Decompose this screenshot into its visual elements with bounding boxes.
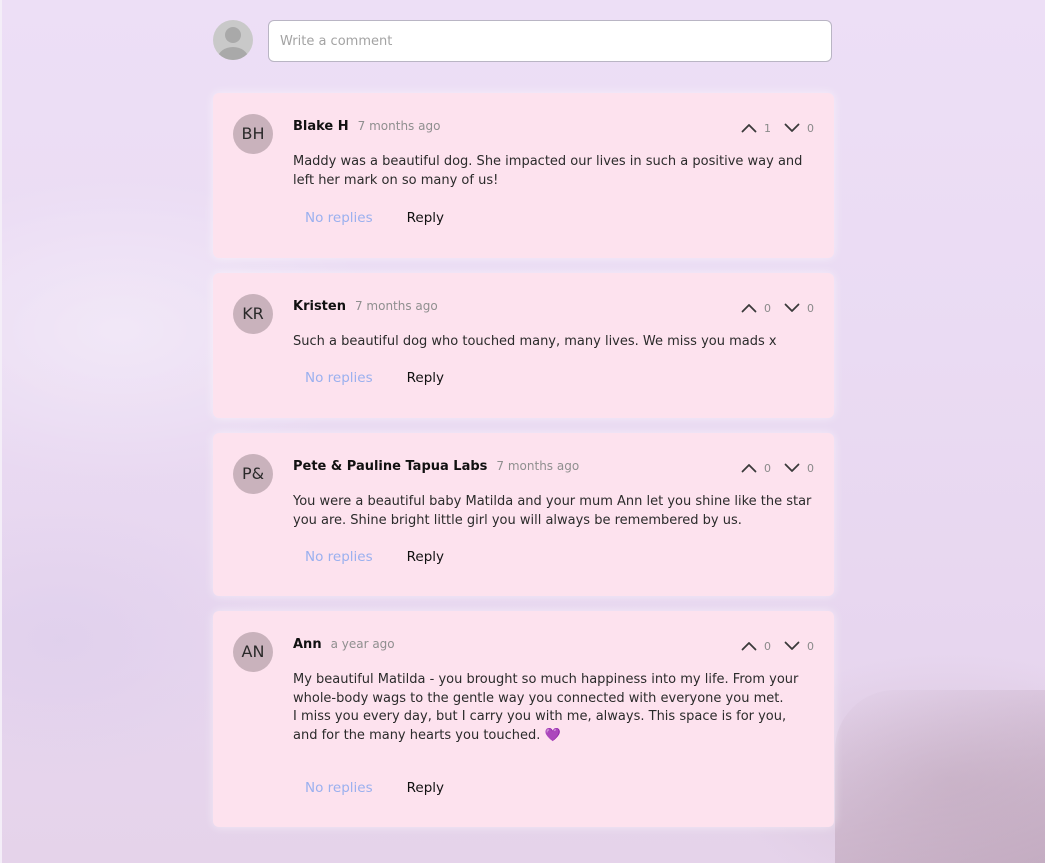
downvote-count: 0 [807,639,814,653]
reply-button[interactable]: Reply [407,549,444,565]
comment-composer [213,20,834,64]
comment-card: AN Ann a year ago 0 0 My beautiful Matil… [213,611,834,827]
avatar: P& [233,454,273,494]
upvote-count: 0 [764,639,771,653]
comment-actions: No replies Reply [305,548,444,566]
vote-controls: 0 0 [740,300,814,316]
user-placeholder-icon [213,20,253,60]
avatar: AN [233,632,273,672]
comment-input[interactable] [268,20,832,62]
page-left-edge [0,0,2,863]
comment-card: BH Blake H 7 months ago 1 0 Maddy was a … [213,93,834,258]
comment-timestamp: 7 months ago [357,119,441,133]
background-collar [835,690,1045,863]
comment-body: My beautiful Matilda - you brought so mu… [293,671,813,745]
comment-author: Ann [293,637,322,652]
upvote-count: 0 [764,301,771,315]
view-replies-link[interactable]: No replies [305,210,373,226]
comment-text: You were a beautiful baby Matilda and yo… [293,494,812,528]
page-right-edge [1045,0,1049,863]
downvote-count: 0 [807,301,814,315]
comment-actions: No replies Reply [305,209,444,227]
reply-button[interactable]: Reply [407,370,444,386]
downvote-count: 0 [807,461,814,475]
chevron-up-icon[interactable] [740,460,758,476]
downvote-count: 0 [807,121,814,135]
comment-text: I miss you every day, but I carry you wi… [293,709,787,743]
comment-body: Such a beautiful dog who touched many, m… [293,333,813,352]
comment-text: Such a beautiful dog who touched many, m… [293,334,777,349]
chevron-down-icon[interactable] [783,460,801,476]
comment-actions: No replies Reply [305,779,444,797]
upvote-count: 0 [764,461,771,475]
chevron-down-icon[interactable] [783,120,801,136]
comment-card: KR Kristen 7 months ago 0 0 Such a beaut… [213,273,834,418]
comment-timestamp: a year ago [330,637,395,651]
vote-controls: 0 0 [740,460,814,476]
comment-card: P& Pete & Pauline Tapua Labs 7 months ag… [213,433,834,596]
comment-meta: Ann a year ago [293,637,395,655]
comment-text: My beautiful Matilda - you brought so mu… [293,672,799,706]
chevron-down-icon[interactable] [783,300,801,316]
comment-meta: Blake H 7 months ago [293,119,440,137]
view-replies-link[interactable]: No replies [305,370,373,386]
comment-author: Blake H [293,119,349,134]
vote-controls: 0 0 [740,638,814,654]
vote-controls: 1 0 [740,120,814,136]
comment-author: Kristen [293,299,346,314]
reply-button[interactable]: Reply [407,210,444,226]
comment-meta: Pete & Pauline Tapua Labs 7 months ago [293,459,579,477]
chevron-up-icon[interactable] [740,638,758,654]
avatar: KR [233,294,273,334]
comment-list: BH Blake H 7 months ago 1 0 Maddy was a … [213,93,834,842]
chevron-up-icon[interactable] [740,120,758,136]
chevron-up-icon[interactable] [740,300,758,316]
reply-button[interactable]: Reply [407,780,444,796]
chevron-down-icon[interactable] [783,638,801,654]
comment-timestamp: 7 months ago [354,299,438,313]
comment-text: Maddy was a beautiful dog. She impacted … [293,154,803,188]
upvote-count: 1 [764,121,771,135]
comment-body: You were a beautiful baby Matilda and yo… [293,493,813,530]
comment-actions: No replies Reply [305,369,444,387]
view-replies-link[interactable]: No replies [305,780,373,796]
comment-meta: Kristen 7 months ago [293,299,438,317]
comment-author: Pete & Pauline Tapua Labs [293,459,488,474]
comment-timestamp: 7 months ago [496,459,580,473]
view-replies-link[interactable]: No replies [305,549,373,565]
comment-body: Maddy was a beautiful dog. She impacted … [293,153,813,190]
avatar: BH [233,114,273,154]
